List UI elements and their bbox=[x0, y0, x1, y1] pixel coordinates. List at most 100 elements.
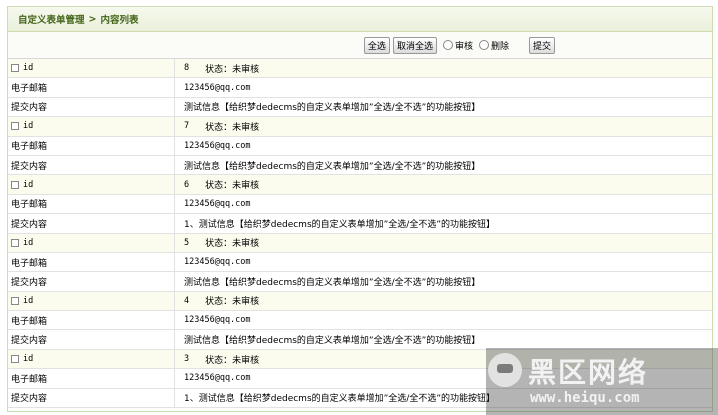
email-value: 123456@qq.com bbox=[184, 373, 251, 384]
submit-button[interactable]: 提交 bbox=[528, 36, 555, 54]
email-value: 123456@qq.com bbox=[184, 198, 251, 209]
entry-checkbox[interactable] bbox=[11, 238, 19, 247]
content-label-cell: 提交内容 bbox=[8, 214, 175, 233]
status-label: 状态： bbox=[205, 355, 233, 366]
status-label: 状态： bbox=[205, 297, 233, 308]
content-label-cell: 提交内容 bbox=[8, 272, 175, 291]
cancel-select-all-button[interactable]: 取消全选 bbox=[392, 36, 437, 54]
email-value: 123456@qq.com bbox=[184, 140, 251, 151]
entry-content-row: 提交内容 测试信息【给织梦dedecms的自定义表单增加”全选/全不选”的功能按钮… bbox=[8, 272, 712, 292]
status-label: 状态： bbox=[205, 122, 233, 133]
status-value: 未审核 bbox=[232, 297, 260, 308]
entry-id: 7 bbox=[184, 121, 190, 132]
entry-id-cell: id bbox=[8, 117, 175, 136]
content-label: 提交内容 bbox=[11, 277, 48, 288]
email-label: 电子邮箱 bbox=[11, 200, 48, 211]
entry-checkbox[interactable] bbox=[11, 296, 19, 305]
content-value-cell: 1、测试信息【给织梦dedecms的自定义表单增加”全选/全不选”的功能按钮】 bbox=[175, 217, 495, 230]
entry-content-row: 提交内容 1、测试信息【给织梦dedecms的自定义表单增加”全选/全不选”的功能… bbox=[8, 214, 712, 234]
content-label-cell: 提交内容 bbox=[8, 155, 175, 175]
entry-id-cell: id bbox=[8, 175, 175, 194]
email-label: 电子邮箱 bbox=[11, 374, 48, 385]
email-label-cell: 电子邮箱 bbox=[8, 369, 175, 388]
email-label: 电子邮箱 bbox=[11, 142, 48, 153]
entry-checkbox[interactable] bbox=[11, 122, 19, 131]
entry-id: 6 bbox=[184, 179, 190, 190]
email-label-cell: 电子邮箱 bbox=[8, 252, 175, 272]
id-label: id bbox=[23, 237, 34, 248]
content-label: 提交内容 bbox=[11, 336, 48, 347]
email-value: 123456@qq.com bbox=[184, 82, 251, 93]
breadcrumb-separator: > bbox=[88, 13, 97, 25]
content-value: 测试信息【给织梦dedecms的自定义表单增加”全选/全不选”的功能按钮】 bbox=[184, 336, 481, 347]
entry-email-row: 电子邮箱 123456@qq.com bbox=[8, 136, 712, 156]
watermark-logo-icon bbox=[488, 353, 522, 387]
delete-radio-option[interactable]: 删除 bbox=[478, 39, 509, 52]
entry-id-cell: id bbox=[8, 291, 175, 311]
content-value: 测试信息【给织梦dedecms的自定义表单增加”全选/全不选”的功能按钮】 bbox=[184, 277, 481, 288]
entry-content-row: 提交内容 测试信息【给织梦dedecms的自定义表单增加”全选/全不选”的功能按钮… bbox=[8, 97, 712, 118]
entry-id-cell: id bbox=[8, 59, 175, 78]
delete-radio-label: 删除 bbox=[490, 41, 509, 52]
content-value: 测试信息【给织梦dedecms的自定义表单增加”全选/全不选”的功能按钮】 bbox=[184, 103, 481, 114]
entry-checkbox[interactable] bbox=[11, 355, 19, 364]
content-value: 测试信息【给织梦dedecms的自定义表单增加”全选/全不选”的功能按钮】 bbox=[184, 161, 481, 172]
entry-id: 4 bbox=[184, 295, 190, 306]
content-value-cell: 1、测试信息【给织梦dedecms的自定义表单增加”全选/全不选”的功能按钮】 bbox=[175, 391, 495, 404]
watermark-url: www.heiqu.com bbox=[530, 390, 640, 406]
entry-id-row: id 7 状态： 未审核 bbox=[8, 117, 712, 137]
entry-checkbox[interactable] bbox=[11, 180, 19, 189]
email-value-cell: 123456@qq.com bbox=[175, 199, 251, 209]
content-value: 1、测试信息【给织梦dedecms的自定义表单增加”全选/全不选”的功能按钮】 bbox=[184, 219, 495, 230]
email-label-cell: 电子邮箱 bbox=[8, 194, 175, 214]
email-label-cell: 电子邮箱 bbox=[8, 78, 175, 97]
status-value: 未审核 bbox=[232, 122, 260, 133]
entry-email-row: 电子邮箱 123456@qq.com bbox=[8, 311, 712, 331]
breadcrumb: 自定义表单管理 > 内容列表 bbox=[8, 7, 712, 32]
delete-radio[interactable] bbox=[478, 40, 489, 50]
content-label: 提交内容 bbox=[11, 219, 48, 230]
content-value-cell: 测试信息【给织梦dedecms的自定义表单增加”全选/全不选”的功能按钮】 bbox=[175, 275, 480, 288]
email-value: 123456@qq.com bbox=[184, 257, 251, 268]
status-value: 未审核 bbox=[232, 239, 260, 250]
entry-id-value-cell: 6 状态： 未审核 bbox=[175, 178, 260, 192]
review-radio-label: 审核 bbox=[454, 41, 473, 52]
content-label: 提交内容 bbox=[11, 394, 48, 405]
review-radio-option[interactable]: 审核 bbox=[442, 39, 473, 52]
email-label-cell: 电子邮箱 bbox=[8, 136, 175, 155]
email-value-cell: 123456@qq.com bbox=[175, 141, 251, 151]
content-value: 1、测试信息【给织梦dedecms的自定义表单增加”全选/全不选”的功能按钮】 bbox=[184, 394, 495, 405]
status-value: 未审核 bbox=[232, 181, 260, 192]
entry-id-cell: id bbox=[8, 349, 175, 369]
entry-id-value-cell: 5 状态： 未审核 bbox=[175, 236, 260, 250]
email-value: 123456@qq.com bbox=[184, 315, 251, 326]
id-label: id bbox=[23, 63, 34, 74]
content-label-cell: 提交内容 bbox=[8, 388, 175, 408]
entry-email-row: 电子邮箱 123456@qq.com bbox=[8, 78, 712, 98]
email-value-cell: 123456@qq.com bbox=[175, 257, 251, 267]
status-label: 状态： bbox=[205, 181, 233, 192]
content-value-cell: 测试信息【给织梦dedecms的自定义表单增加”全选/全不选”的功能按钮】 bbox=[175, 333, 480, 346]
entry-email-row: 电子邮箱 123456@qq.com bbox=[8, 252, 712, 273]
content-value-cell: 测试信息【给织梦dedecms的自定义表单增加”全选/全不选”的功能按钮】 bbox=[175, 159, 480, 172]
entry-checkbox[interactable] bbox=[11, 64, 19, 73]
breadcrumb-current: 内容列表 bbox=[100, 15, 139, 26]
action-toolbar: 全选 取消全选 审核 删除 提交 bbox=[8, 32, 712, 59]
entry-content-row: 提交内容 测试信息【给织梦dedecms的自定义表单增加”全选/全不选”的功能按钮… bbox=[8, 330, 712, 350]
content-label-cell: 提交内容 bbox=[8, 97, 175, 117]
status-value: 未审核 bbox=[232, 64, 260, 75]
email-label: 电子邮箱 bbox=[11, 316, 48, 327]
id-label: id bbox=[23, 179, 34, 190]
review-radio[interactable] bbox=[442, 40, 453, 50]
breadcrumb-form-manage-link[interactable]: 自定义表单管理 bbox=[18, 12, 85, 26]
email-value-cell: 123456@qq.com bbox=[175, 373, 251, 383]
content-value-cell: 测试信息【给织梦dedecms的自定义表单增加”全选/全不选”的功能按钮】 bbox=[175, 100, 480, 113]
status-label: 状态： bbox=[205, 64, 233, 75]
email-value-cell: 123456@qq.com bbox=[175, 315, 251, 325]
entry-id: 3 bbox=[184, 354, 190, 365]
email-label: 电子邮箱 bbox=[11, 258, 48, 269]
id-label: id bbox=[23, 295, 34, 306]
email-label: 电子邮箱 bbox=[11, 84, 48, 95]
select-all-button[interactable]: 全选 bbox=[363, 36, 390, 54]
entry-id-value-cell: 3 状态： 未审核 bbox=[175, 353, 259, 366]
